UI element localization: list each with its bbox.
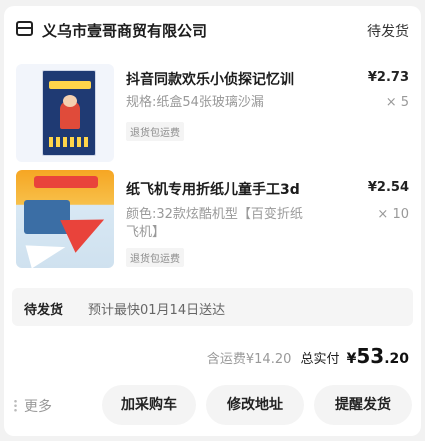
- order-card[interactable]: 义乌市壹哥商贸有限公司 待发货 抖音同款欢乐小侦探记忆训 ¥2.73 规格:纸盒…: [4, 6, 421, 436]
- order-header: 义乌市壹哥商贸有限公司 待发货: [4, 6, 421, 52]
- total-currency: ¥: [346, 351, 357, 367]
- item-spec-line1: 颜色:32款炫酷机型【百变折纸: [126, 207, 303, 222]
- edit-address-button[interactable]: 修改地址: [206, 385, 304, 425]
- total-amount: 53: [356, 344, 385, 368]
- add-to-purchase-cart-button[interactable]: 加采购车: [102, 385, 196, 425]
- remind-shipment-button[interactable]: 提醒发货: [314, 385, 412, 425]
- product-image[interactable]: [16, 64, 114, 162]
- item-quantity: × 5: [385, 95, 409, 110]
- item-spec-line2: 飞机】: [126, 225, 166, 240]
- total-amount-decimal: .20: [384, 351, 409, 367]
- item-spec: 规格:纸盒54张玻璃沙漏: [126, 95, 264, 110]
- product-box-illustration: [42, 70, 96, 156]
- order-totals: 含运费¥14.20 总实付 ¥53.20: [206, 344, 409, 368]
- item-price: ¥2.73: [367, 70, 409, 85]
- item-price: ¥2.54: [367, 180, 409, 195]
- store-name[interactable]: 义乌市壹哥商贸有限公司: [42, 20, 207, 41]
- return-shipping-tag: 退货包运费: [126, 122, 184, 141]
- freight-note: 含运费¥14.20: [206, 352, 292, 367]
- item-title[interactable]: 抖音同款欢乐小侦探记忆训: [126, 69, 294, 89]
- paper-plane-illustration: [16, 170, 114, 268]
- more-dots-icon: [14, 399, 17, 412]
- item-title[interactable]: 纸飞机专用折纸儿童手工3d: [126, 179, 300, 199]
- shipping-status-box[interactable]: 待发货 预计最快01月14日送达: [12, 288, 413, 326]
- order-status: 待发货: [367, 24, 409, 40]
- product-image[interactable]: [16, 170, 114, 268]
- more-button[interactable]: 更多: [24, 396, 52, 416]
- shipping-eta: 预计最快01月14日送达: [88, 303, 226, 318]
- shipping-status: 待发货: [24, 303, 64, 318]
- order-item[interactable]: 纸飞机专用折纸儿童手工3d ¥2.54 颜色:32款炫酷机型【百变折纸 飞机】 …: [4, 164, 421, 284]
- order-item[interactable]: 抖音同款欢乐小侦探记忆训 ¥2.73 规格:纸盒54张玻璃沙漏 × 5 退货包运…: [4, 58, 421, 178]
- store-icon: [16, 21, 33, 36]
- total-label: 总实付: [300, 352, 340, 367]
- item-quantity: × 10: [377, 207, 409, 222]
- return-shipping-tag: 退货包运费: [126, 248, 184, 267]
